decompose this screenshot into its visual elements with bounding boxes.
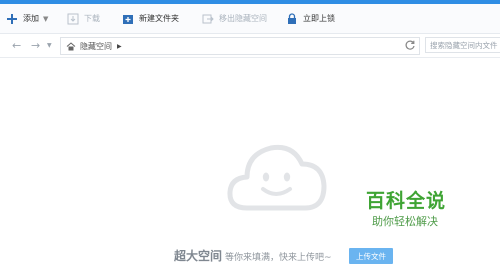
back-arrow-icon: ←	[12, 39, 22, 52]
watermark-brand: 百科全说	[366, 190, 447, 212]
back-button[interactable]: ←	[12, 34, 21, 57]
history-dropdown[interactable]: ▼	[47, 34, 52, 57]
new-folder-icon	[122, 13, 134, 25]
move-out-button[interactable]: 移出隐藏空间	[202, 4, 267, 33]
chevron-down-icon[interactable]: ▼	[43, 15, 48, 23]
breadcrumb-item-hidden-space[interactable]: 隐藏空间	[80, 41, 112, 52]
move-out-label: 移出隐藏空间	[219, 14, 267, 23]
download-icon	[67, 13, 79, 25]
search-input[interactable]: 搜索隐藏空间内文件	[425, 37, 500, 53]
lock-icon	[286, 12, 298, 25]
address-bar: ← → ▼ 隐藏空间 ▶ 搜索隐藏空间内文件	[0, 34, 500, 58]
download-button[interactable]: 下载	[67, 4, 100, 33]
toolbar: 添加 ▼ 下载 新建文件夹 移出隐藏空间 立即上锁	[0, 4, 500, 34]
lock-label: 立即上锁	[303, 14, 335, 23]
watermark-slogan: 助你轻松解决	[372, 215, 438, 228]
chevron-right-icon[interactable]: ▶	[117, 43, 122, 50]
empty-state-subtitle: 等你来填满，快来上传吧~	[225, 253, 332, 263]
new-folder-label: 新建文件夹	[139, 14, 179, 23]
forward-button[interactable]: →	[31, 34, 40, 57]
empty-cloud-icon	[227, 144, 327, 211]
lock-button[interactable]: 立即上锁	[286, 4, 335, 33]
refresh-icon[interactable]	[404, 39, 416, 53]
chevron-down-icon: ▼	[47, 42, 52, 49]
forward-arrow-icon: →	[31, 39, 41, 52]
upload-file-button[interactable]: 上传文件	[349, 248, 393, 264]
plus-icon	[6, 13, 18, 25]
download-label: 下载	[84, 14, 100, 23]
add-button[interactable]: 添加 ▼	[6, 4, 48, 33]
home-icon[interactable]	[66, 41, 76, 51]
move-out-icon	[202, 13, 214, 25]
empty-state-title: 超大空间	[174, 249, 223, 263]
add-label: 添加	[23, 14, 39, 23]
breadcrumb[interactable]: 隐藏空间 ▶	[60, 37, 420, 55]
new-folder-button[interactable]: 新建文件夹	[122, 4, 179, 33]
